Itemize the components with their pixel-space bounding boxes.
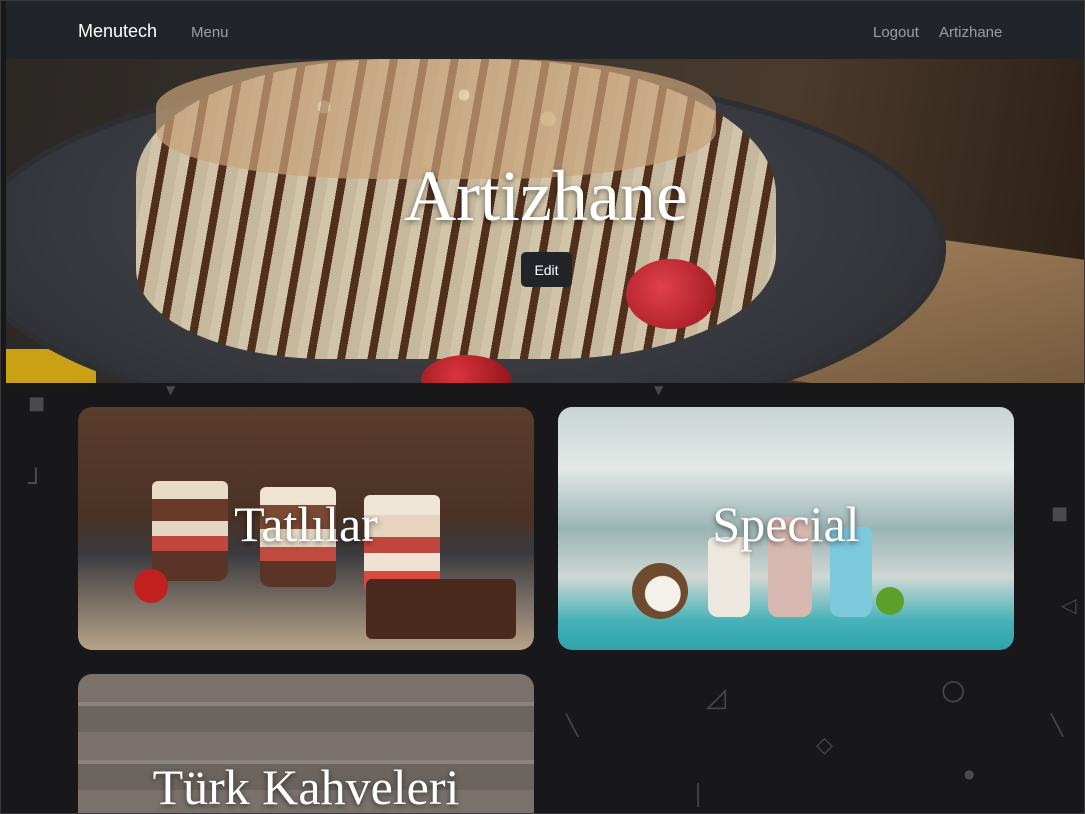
nav-user-link[interactable]: Artizhane [939,24,1002,41]
navbar: Menutech Menu Logout Artizhane [6,1,1084,60]
category-card-special[interactable]: Special [558,407,1014,650]
deco-corner-icon: ┘ [28,469,44,499]
coconut-image [632,563,688,619]
category-card-turk-kahveleri[interactable]: Türk Kahveleri [78,674,534,814]
deco-line-icon: ╲ [1051,713,1064,737]
category-grid: ■ ▼ ┘ ▼ ◁ ■ ◿ ○ ◇ ● ╲ ╲ │ Tatlılar Speci… [6,383,1084,814]
brand-link[interactable]: Menutech [78,21,157,42]
app-window: Menutech Menu Logout Artizhane Artizhane… [0,0,1085,814]
category-card-tatlilar[interactable]: Tatlılar [78,407,534,650]
strawberry-image [134,569,168,603]
category-title: Türk Kahveleri [152,759,460,814]
deco-diamond-icon: ◇ [816,733,833,758]
hero-banner: Artizhane Edit [6,59,1084,383]
deco-line-icon: │ [692,783,705,807]
hero-title: Artizhane [404,156,688,236]
deco-triangle-icon: ◿ [706,683,726,713]
deco-triangle-icon: ▼ [654,383,664,397]
deco-triangle-icon: ▼ [166,383,176,397]
brownie-image [366,579,516,639]
hero-image-strawberry [626,259,716,329]
deco-square-icon: ■ [28,393,46,414]
deco-circle-icon: ○ [941,673,966,706]
deco-triangle-icon: ◁ [1061,593,1077,617]
deco-square-icon: ■ [1051,503,1069,524]
nav-logout-link[interactable]: Logout [873,24,919,41]
category-title: Tatlılar [234,496,378,552]
category-title: Special [712,496,860,552]
nav-menu-link[interactable]: Menu [191,24,229,41]
kiwi-image [876,587,904,615]
deco-dot-icon: ● [964,767,975,781]
edit-button[interactable]: Edit [521,252,572,287]
deco-line-icon: ╲ [566,713,579,737]
